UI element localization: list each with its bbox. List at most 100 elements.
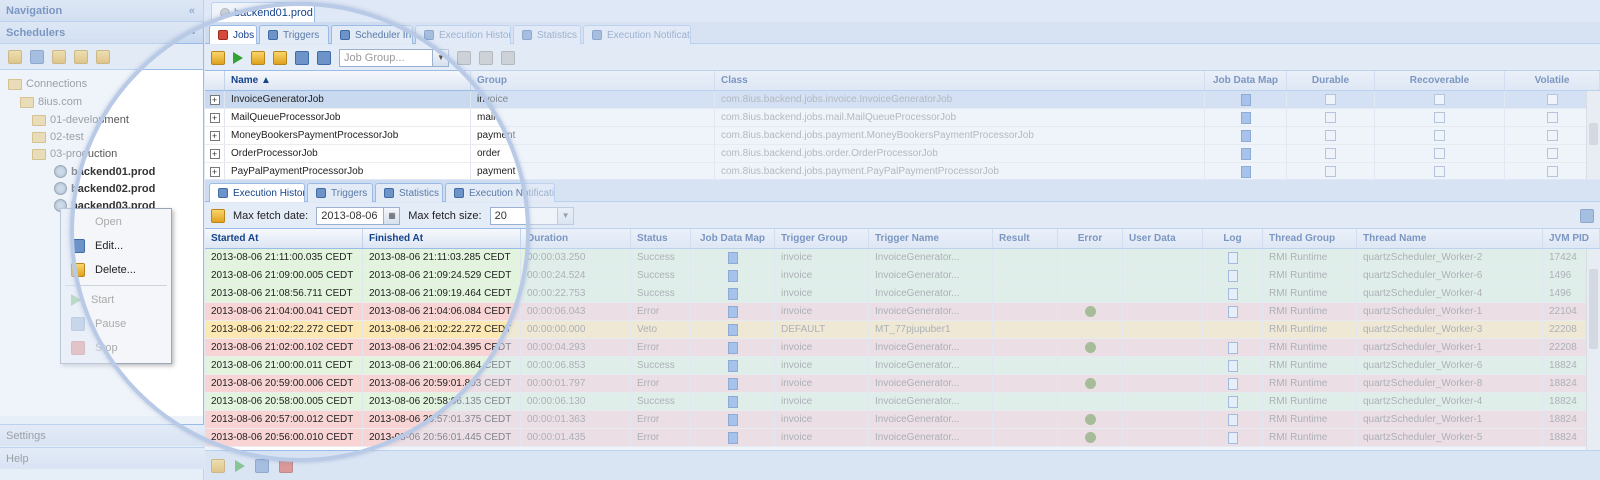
- column-header[interactable]: Log: [1203, 229, 1263, 248]
- durable-checkbox[interactable]: [1325, 166, 1336, 177]
- folder-icon[interactable]: [211, 458, 225, 473]
- error-bug-icon[interactable]: [1084, 378, 1096, 389]
- durable-checkbox[interactable]: [1325, 148, 1336, 159]
- error-bug-icon[interactable]: [1084, 414, 1096, 425]
- log-icon[interactable]: [1227, 269, 1238, 282]
- column-header[interactable]: Status: [631, 229, 691, 248]
- table-row[interactable]: 2013-08-06 21:04:00.041 CEDT 2013-08-06 2…: [205, 303, 1600, 321]
- column-header[interactable]: Thread Group: [1263, 229, 1357, 248]
- refresh-icon[interactable]: [211, 208, 225, 223]
- details-icon[interactable]: [317, 50, 331, 65]
- data-map-icon[interactable]: [727, 269, 738, 282]
- volatile-checkbox[interactable]: [1546, 94, 1558, 105]
- scrollbar-thumb[interactable]: [1589, 269, 1598, 349]
- tab-triggers[interactable]: Triggers: [259, 25, 329, 44]
- tab-execution-history[interactable]: Execution History: [209, 183, 305, 202]
- expand-row-icon[interactable]: +: [209, 148, 220, 159]
- column-header[interactable]: Job Data Map: [691, 229, 775, 248]
- table-row[interactable]: + PayPalPaymentProcessorJob payment com.8iu…: [205, 163, 1600, 179]
- table-row[interactable]: 2013-08-06 21:11:00.035 CEDT 2013-08-06 2…: [205, 249, 1600, 267]
- remove-job-icon[interactable]: [273, 50, 287, 65]
- data-map-icon[interactable]: [727, 377, 738, 390]
- column-header[interactable]: Group: [471, 71, 715, 90]
- expand-row-icon[interactable]: +: [209, 112, 220, 123]
- column-header[interactable]: Thread Name: [1357, 229, 1543, 248]
- standby-icon[interactable]: [255, 458, 269, 473]
- table-row[interactable]: 2013-08-06 21:00:00.011 CEDT 2013-08-06 2…: [205, 357, 1600, 375]
- max-fetch-date-field[interactable]: 2013-08-06 ▦: [316, 206, 401, 225]
- tab-scheduler-info[interactable]: Scheduler Info: [331, 25, 413, 44]
- tab-triggers[interactable]: Triggers: [307, 183, 373, 202]
- recoverable-checkbox[interactable]: [1434, 166, 1445, 177]
- add-job-icon[interactable]: [251, 50, 265, 65]
- data-map-icon[interactable]: [1240, 93, 1251, 106]
- column-header[interactable]: Job Data Map: [1205, 71, 1287, 90]
- stop-icon[interactable]: [501, 50, 515, 65]
- menu-item-open[interactable]: Open: [61, 211, 171, 233]
- menu-item-stop[interactable]: Stop: [61, 337, 171, 359]
- log-icon[interactable]: [1227, 287, 1238, 300]
- start-icon[interactable]: [235, 459, 245, 472]
- data-map-icon[interactable]: [727, 341, 738, 354]
- tab-jobs[interactable]: Jobs: [209, 25, 257, 44]
- data-map-icon[interactable]: [727, 359, 738, 372]
- table-row[interactable]: 2013-08-06 20:56:00.010 CEDT 2013-08-06 2…: [205, 429, 1600, 447]
- data-map-icon[interactable]: [727, 287, 738, 300]
- column-header[interactable]: Finished At: [363, 229, 521, 248]
- pause-icon[interactable]: [457, 50, 471, 65]
- column-header[interactable]: Durable: [1287, 71, 1375, 90]
- durable-checkbox[interactable]: [1325, 130, 1336, 141]
- refresh-icon[interactable]: [211, 50, 225, 65]
- data-map-icon[interactable]: [727, 305, 738, 318]
- expand-row-icon[interactable]: +: [209, 94, 220, 105]
- error-bug-icon[interactable]: [1084, 306, 1096, 317]
- log-icon[interactable]: [1227, 251, 1238, 264]
- refresh-icon[interactable]: [8, 49, 22, 64]
- table-row[interactable]: 2013-08-06 21:09:00.005 CEDT 2013-08-06 2…: [205, 267, 1600, 285]
- column-header[interactable]: Name ▲: [225, 71, 471, 90]
- jobs-scrollbar[interactable]: [1586, 91, 1600, 179]
- table-row[interactable]: 2013-08-06 21:02:00.102 CEDT 2013-08-06 2…: [205, 339, 1600, 357]
- tab-execution-notifications[interactable]: Execution Notifications: [445, 183, 555, 202]
- log-icon[interactable]: [1227, 359, 1238, 372]
- error-bug-icon[interactable]: [1084, 432, 1096, 443]
- data-map-icon[interactable]: [1240, 129, 1251, 142]
- tree-node[interactable]: 03-production: [32, 148, 117, 160]
- add-folder-icon[interactable]: [52, 49, 66, 64]
- column-header[interactable]: Started At: [205, 229, 363, 248]
- expand-row-icon[interactable]: +: [209, 130, 220, 141]
- export-icon[interactable]: [1580, 208, 1594, 223]
- table-row[interactable]: + MailQueueProcessorJob mail com.8ius.backe…: [205, 109, 1600, 127]
- log-icon[interactable]: [1227, 431, 1238, 444]
- expand-icon[interactable]: [30, 49, 44, 64]
- connection-icon[interactable]: [96, 49, 110, 64]
- log-icon[interactable]: [1227, 395, 1238, 408]
- column-header[interactable]: Result: [993, 229, 1058, 248]
- log-icon[interactable]: [1227, 305, 1238, 318]
- error-bug-icon[interactable]: [1084, 342, 1096, 353]
- run-job-icon[interactable]: [233, 51, 243, 64]
- recoverable-checkbox[interactable]: [1434, 94, 1445, 105]
- data-map-icon[interactable]: [1240, 147, 1251, 160]
- tab-statistics[interactable]: Statistics: [375, 183, 443, 202]
- navigation-header[interactable]: Navigation «: [0, 0, 203, 22]
- settings-panel-header[interactable]: Settings: [0, 424, 204, 446]
- collapse-icon[interactable]: –: [189, 22, 195, 44]
- tab-execution-notifications[interactable]: Execution Notifications: [583, 25, 691, 44]
- menu-item-pause[interactable]: Pause: [61, 313, 171, 335]
- table-row[interactable]: 2013-08-06 20:58:00.005 CEDT 2013-08-06 2…: [205, 393, 1600, 411]
- table-row[interactable]: 2013-08-06 20:59:00.006 CEDT 2013-08-06 2…: [205, 375, 1600, 393]
- chevron-down-icon[interactable]: ▼: [556, 207, 573, 224]
- menu-item-edit[interactable]: Edit...: [61, 235, 171, 257]
- shutdown-icon[interactable]: [279, 458, 293, 473]
- recoverable-checkbox[interactable]: [1434, 148, 1445, 159]
- column-header[interactable]: Error: [1058, 229, 1123, 248]
- data-map-icon[interactable]: [727, 395, 738, 408]
- table-row[interactable]: 2013-08-06 20:57:00.012 CEDT 2013-08-06 2…: [205, 411, 1600, 429]
- edit-job-icon[interactable]: [295, 50, 309, 65]
- job-group-combo[interactable]: Job Group... ▼: [339, 48, 449, 67]
- table-row[interactable]: 2013-08-06 21:02:22.272 CEDT 2013-08-06 2…: [205, 321, 1600, 339]
- log-icon[interactable]: [1227, 341, 1238, 354]
- scheduler-document-tab[interactable]: backend01.prod: [211, 2, 315, 22]
- tree-node[interactable]: 02-test: [32, 131, 84, 143]
